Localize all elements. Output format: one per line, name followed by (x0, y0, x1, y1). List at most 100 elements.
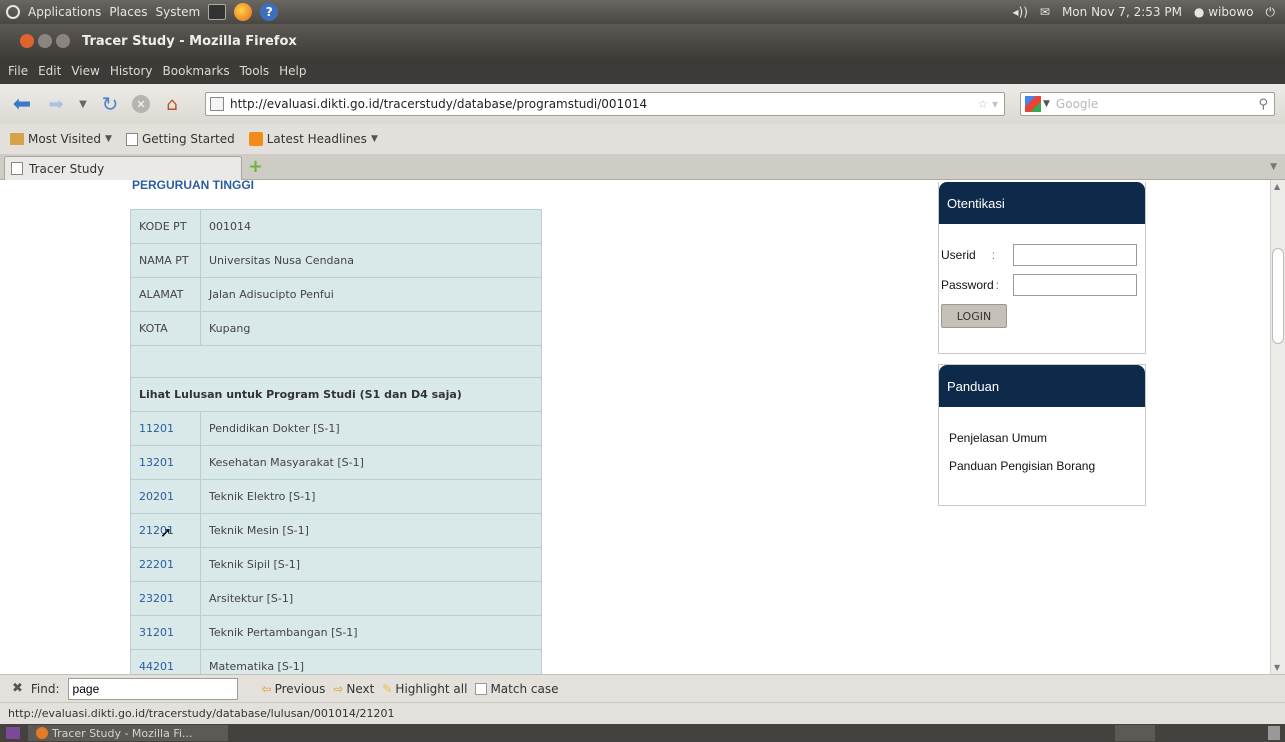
home-button-icon[interactable]: ⌂ (160, 92, 184, 116)
find-bar: ✖ Find: ⇦ Previous ⇨ Next ✎ Highlight al… (0, 674, 1285, 702)
program-name: Matematika [S-1] (200, 649, 542, 674)
stop-button-icon[interactable]: ✕ (132, 95, 150, 113)
trash-icon[interactable] (1268, 726, 1280, 740)
tab-favicon-icon (11, 162, 23, 175)
user-icon: ● (1193, 5, 1205, 19)
workspace-switcher-icon[interactable] (1115, 725, 1155, 741)
tab-tracer-study[interactable]: Tracer Study (4, 156, 242, 180)
program-row: 44201 Matematika [S-1] (130, 649, 542, 674)
program-code-link[interactable]: 20201 (130, 479, 201, 514)
find-label: Find: (30, 681, 60, 696)
search-bar[interactable]: ▼ Google ⚲ (1020, 92, 1275, 116)
menu-help[interactable]: Help (279, 64, 306, 78)
program-name: Teknik Pertambangan [S-1] (200, 615, 542, 650)
find-next-button[interactable]: ⇨ Next (333, 682, 374, 696)
taskbar-firefox-button[interactable]: Tracer Study - Mozilla Fi... (28, 725, 228, 741)
table-row: KOTA Kupang (130, 311, 542, 346)
table-row: NAMA PT Universitas Nusa Cendana (130, 243, 542, 278)
guide-link-general[interactable]: Penjelasan Umum (949, 431, 1047, 445)
program-code-link[interactable]: 22201 (130, 547, 201, 582)
program-name: Kesehatan Masyarakat [S-1] (200, 445, 542, 480)
show-desktop-icon[interactable] (6, 727, 20, 739)
guide-link-form[interactable]: Panduan Pengisian Borang (949, 459, 1095, 473)
login-button[interactable]: LOGIN (941, 304, 1007, 328)
menu-history[interactable]: History (110, 64, 153, 78)
clock[interactable]: Mon Nov 7, 2:53 PM (1062, 5, 1182, 19)
password-field[interactable] (1013, 274, 1137, 296)
find-close-icon[interactable]: ✖ (12, 681, 23, 696)
history-dropdown-icon[interactable]: ▼ (78, 92, 88, 116)
engine-dropdown-icon[interactable]: ▼ (1043, 99, 1050, 109)
user-menu[interactable]: ● wibowo (1194, 5, 1254, 19)
highlight-all-label: Highlight all (395, 681, 468, 696)
program-row: 11201 Pendidikan Dokter [S-1] (130, 411, 542, 446)
program-code-link[interactable]: 31201 (130, 615, 201, 650)
back-button-icon[interactable]: ⬅ (10, 92, 34, 117)
bookmark-label: Most Visited (28, 132, 102, 146)
mail-icon[interactable]: ✉ (1040, 5, 1050, 19)
menu-view[interactable]: View (71, 64, 99, 78)
program-code-link[interactable]: 44201 (130, 649, 201, 674)
site-identity-icon[interactable] (210, 97, 224, 111)
search-icon[interactable]: ⚲ (1258, 97, 1268, 112)
system-menu[interactable]: System (155, 5, 200, 19)
menu-edit[interactable]: Edit (38, 64, 61, 78)
userid-colon: : (991, 248, 996, 262)
mouse-pointer-icon: ➚ (160, 525, 172, 541)
forward-button-icon[interactable]: ➡ (44, 92, 68, 116)
user-name: wibowo (1208, 5, 1254, 19)
window-maximize-button[interactable] (56, 34, 70, 48)
power-icon[interactable]: ⏻ (1266, 5, 1276, 20)
find-next-label: Next (346, 681, 375, 696)
menu-file[interactable]: File (8, 64, 28, 78)
scroll-up-icon[interactable]: ▲ (1274, 182, 1280, 191)
row-label: KODE PT (130, 209, 201, 244)
google-engine-icon[interactable] (1025, 96, 1041, 112)
arrow-right-icon: ⇨ (333, 681, 344, 696)
firefox-launcher-icon[interactable] (234, 3, 253, 21)
terminal-launcher-icon[interactable] (208, 4, 227, 20)
gnome-top-panel: Applications Places System ? ◂)) ✉ Mon N… (0, 0, 1285, 24)
search-input[interactable]: Google (1056, 97, 1098, 111)
program-code-link[interactable]: 13201 (130, 445, 201, 480)
userid-row: Userid : (941, 248, 995, 262)
bookmark-most-visited[interactable]: Most Visited ▼ (10, 132, 112, 146)
bookmark-label: Latest Headlines (266, 132, 367, 146)
places-menu[interactable]: Places (109, 5, 147, 19)
find-input[interactable] (67, 677, 238, 700)
program-name: Pendidikan Dokter [S-1] (200, 411, 542, 446)
highlight-all-button[interactable]: ✎ Highlight all (382, 682, 467, 696)
volume-icon[interactable]: ◂)) (1013, 5, 1028, 19)
tab-list-chevron-icon[interactable]: ▼ (1270, 162, 1277, 172)
menu-tools[interactable]: Tools (240, 64, 270, 78)
bookmark-star-icon[interactable]: ☆ ▾ (977, 97, 998, 111)
match-case-checkbox[interactable]: Match case (475, 682, 558, 696)
program-code-link[interactable]: 11201 (130, 411, 201, 446)
url-text[interactable]: http://evaluasi.dikti.go.id/tracerstudy/… (230, 97, 647, 111)
userid-field[interactable] (1013, 244, 1137, 266)
table-spacer-row (130, 345, 542, 378)
tab-strip: Tracer Study + ▼ (0, 154, 1285, 180)
tab-title: Tracer Study (29, 161, 105, 176)
window-minimize-button[interactable] (38, 34, 52, 48)
bookmark-getting-started[interactable]: Getting Started (125, 132, 235, 146)
help-launcher-icon[interactable]: ? (260, 3, 279, 21)
menu-bookmarks[interactable]: Bookmarks (163, 64, 230, 78)
new-tab-plus-icon[interactable]: + (248, 158, 266, 177)
table-row: ALAMAT Jalan Adisucipto Penfui (130, 277, 542, 312)
login-panel: Otentikasi Userid : Password : LOGIN (938, 182, 1146, 354)
find-previous-button[interactable]: ⇦ Previous (262, 682, 326, 696)
login-title: Otentikasi (939, 182, 1145, 224)
program-row: 23201 Arsitektur [S-1] (130, 581, 542, 616)
url-bar[interactable]: http://evaluasi.dikti.go.id/tracerstudy/… (205, 92, 1005, 116)
checkbox-icon (475, 682, 488, 695)
scroll-thumb[interactable] (1272, 248, 1284, 344)
vertical-scrollbar[interactable]: ▲ ▼ (1270, 180, 1285, 674)
program-code-link[interactable]: 23201 (130, 581, 201, 616)
page-icon (125, 132, 138, 146)
reload-button-icon[interactable]: ↻ (98, 92, 122, 116)
applications-menu[interactable]: Applications (28, 5, 101, 19)
bookmark-latest-headlines[interactable]: Latest Headlines ▼ (248, 132, 378, 146)
window-close-button[interactable] (20, 34, 34, 48)
scroll-down-icon[interactable]: ▼ (1274, 663, 1280, 672)
